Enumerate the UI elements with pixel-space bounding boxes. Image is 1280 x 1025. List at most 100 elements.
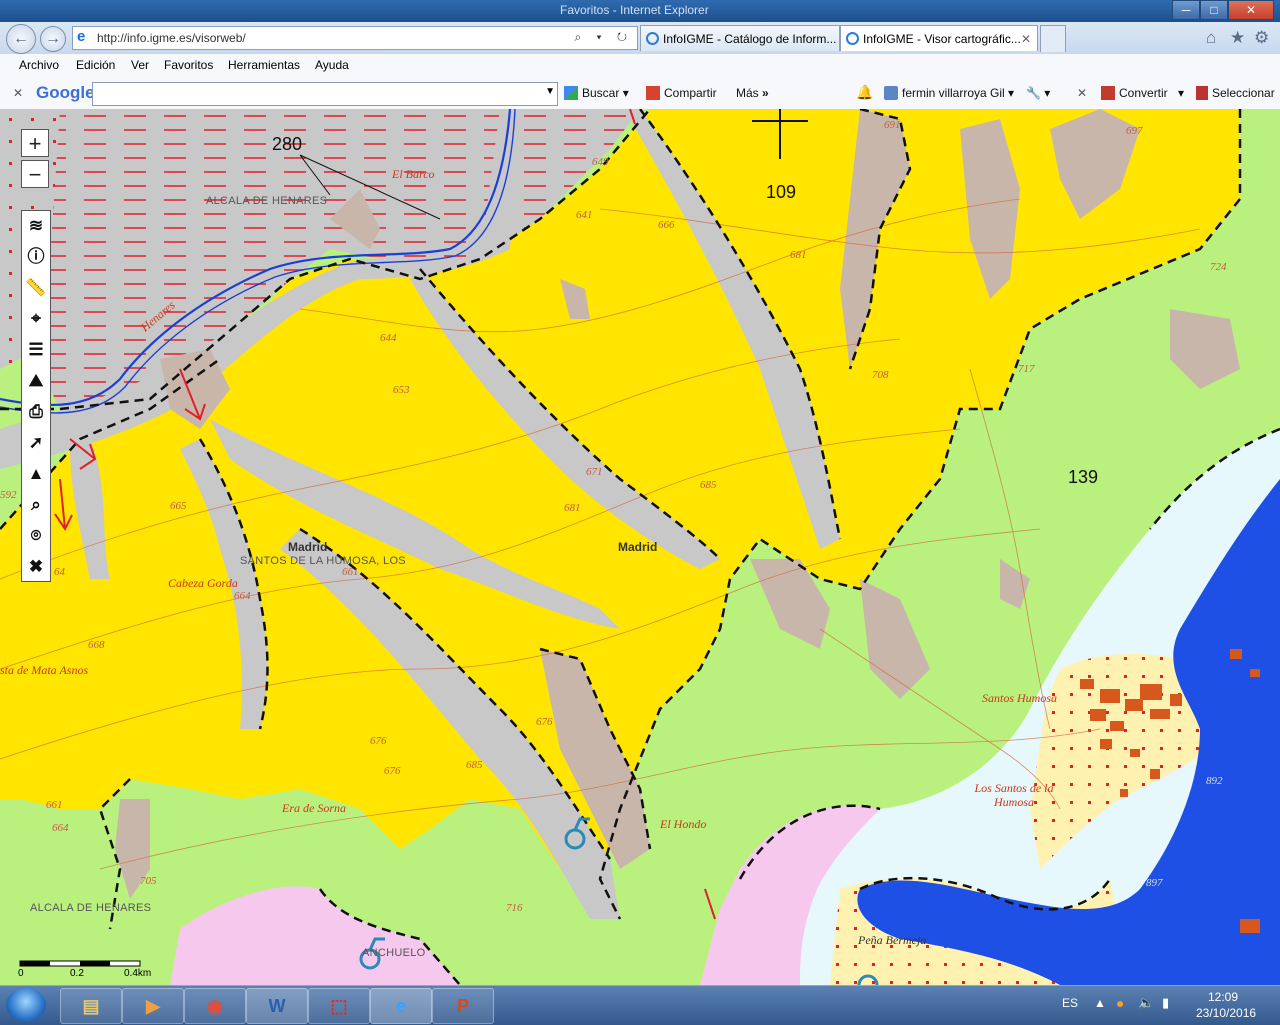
powerpoint-icon[interactable]: P [432, 988, 494, 1024]
ie-page-icon: e [77, 28, 86, 45]
maximize-button[interactable]: □ [1200, 0, 1228, 20]
toponym-label: El Hondo [660, 817, 707, 831]
google-search-input[interactable]: ▼ [92, 82, 558, 106]
tab-visor[interactable]: InfoIGME - Visor cartográfic... ✕ [840, 25, 1038, 51]
home-icon[interactable]: ⌂ [1206, 28, 1216, 48]
zoom-out-button[interactable]: − [21, 160, 49, 188]
convert-label: Convertir [1119, 86, 1168, 100]
user-avatar-icon [884, 86, 898, 100]
toolbar-close-button-2[interactable]: ✕ [1077, 86, 1087, 100]
zoom-in-button[interactable]: + [21, 129, 49, 157]
word-icon[interactable]: W [246, 988, 308, 1024]
tray-app-icon[interactable]: ● [1116, 995, 1124, 1011]
legend-list-icon[interactable]: ☰ [24, 338, 48, 362]
menu-ayuda[interactable]: Ayuda [315, 58, 349, 72]
coordinates-xy-icon[interactable]: ⌖ [24, 307, 48, 331]
convert-dropdown[interactable]: ▾ [1178, 86, 1184, 100]
toponym-label: sta de Mata Asnos [0, 663, 89, 677]
contour-label: 697 [1126, 125, 1143, 137]
tab-close-button[interactable]: ✕ [1021, 26, 1031, 51]
address-bar[interactable]: e http://info.igme.es/visorweb/ ⌕ ▾ ↻ [72, 26, 638, 50]
geological-map[interactable]: 280 109 139 El Barco Henares Cabeza Gord… [0, 109, 1280, 985]
address-tools[interactable]: ⌕ ▾ ↻ [574, 30, 633, 45]
menu-archivo[interactable]: Archivo [19, 58, 59, 72]
wrench-icon[interactable]: 🔧 ▾ [1026, 86, 1050, 100]
contour-label: 676 [384, 765, 401, 777]
google-search-icon [564, 86, 578, 100]
ie-tab-icon [846, 32, 859, 45]
contour-label: 592 [0, 489, 17, 501]
close-window-button[interactable]: ✕ [1228, 0, 1274, 20]
menu-herramientas[interactable]: Herramientas [228, 58, 300, 72]
contour-label: 717 [1018, 363, 1035, 375]
unit-label: 109 [766, 182, 797, 202]
bell-icon[interactable]: 🔔 [856, 84, 873, 101]
minimize-button[interactable]: ─ [1172, 0, 1200, 20]
network-icon[interactable]: ▮ [1162, 995, 1169, 1011]
toponym-label: Cabeza Gorda [168, 576, 238, 590]
zoom-magnifier-icon[interactable]: ⌕ [24, 493, 48, 517]
contour-label: 897 [1146, 877, 1163, 889]
profile-icon[interactable]: ⛰ [24, 369, 48, 393]
ie-icon[interactable]: e [370, 988, 432, 1024]
municipality-label: SANTOS DE LA HUMOSA, LOS [240, 555, 406, 567]
volume-icon[interactable]: 🔈 [1138, 995, 1154, 1011]
scale-label-zero: 0 [18, 968, 24, 979]
select-pointer-icon[interactable]: ➚ [24, 431, 48, 455]
scale-bar: 0 0.2 0.4km [18, 958, 158, 979]
contour-label: 666 [658, 219, 675, 231]
more-button-label: Más [736, 86, 759, 100]
tab-catalogo[interactable]: InfoIGME - Catálogo de Inform... [640, 25, 840, 51]
new-tab-button[interactable] [1040, 25, 1066, 52]
language-indicator[interactable]: ES [1062, 996, 1078, 1010]
toponym-label: Santos Humosa [982, 691, 1058, 705]
search-button[interactable]: Buscar ▾ [564, 86, 629, 100]
toolbar-close-button[interactable]: ✕ [13, 86, 23, 100]
north-arrow-icon[interactable]: ▲ [24, 462, 48, 486]
media-player-icon[interactable]: ▶ [122, 988, 184, 1024]
favorites-star-icon[interactable]: ★ [1230, 28, 1245, 48]
user-account-button[interactable]: fermin villarroya Gil ▾ [884, 86, 1014, 100]
ruler-icon[interactable]: 📏 [24, 276, 48, 300]
menu-edicion[interactable]: Edición [76, 58, 115, 72]
forward-button[interactable]: → [40, 26, 66, 52]
navigation-bar: ← → e http://info.igme.es/visorweb/ ⌕ ▾ … [0, 22, 1280, 55]
chevron-down-icon[interactable]: ▼ [545, 86, 555, 97]
select-icon [1196, 86, 1208, 100]
scale-label-mid: 0.2 [70, 968, 84, 979]
info-icon[interactable]: ⓘ [24, 245, 48, 269]
municipality-label: ALCALA DE HENARES [30, 902, 152, 914]
pdf-convert-icon [1101, 86, 1115, 100]
explorer-icon[interactable]: ▤ [60, 988, 122, 1024]
chrome-icon[interactable]: ◉ [184, 988, 246, 1024]
menu-ver[interactable]: Ver [131, 58, 149, 72]
contour-label: 641 [576, 209, 593, 221]
address-input[interactable]: http://info.igme.es/visorweb/ [97, 31, 246, 45]
arrow-right-icon: → [45, 30, 61, 47]
location-pin-icon[interactable]: ⌾ [24, 524, 48, 548]
more-button[interactable]: Más » [736, 86, 769, 100]
start-button[interactable] [6, 988, 46, 1022]
layers-icon[interactable]: ≋ [24, 214, 48, 238]
print-icon[interactable]: ⎙ [24, 400, 48, 424]
tray-chevron-icon[interactable]: ▲ [1094, 996, 1106, 1010]
contour-label: 664 [234, 590, 251, 602]
toponym-label: Peña Bermeja [858, 933, 927, 947]
tools-icon[interactable]: ✖ [24, 555, 48, 579]
google-logo: Google [36, 83, 95, 103]
contour-label: 668 [88, 639, 105, 651]
share-button-label: Compartir [664, 86, 717, 100]
back-button[interactable]: ← [6, 24, 36, 54]
pdf-icon[interactable]: ⬚ [308, 988, 370, 1024]
scale-label-end: 0.4km [124, 968, 152, 979]
contour-label: 892 [1206, 775, 1223, 787]
share-button[interactable]: Compartir [646, 86, 717, 100]
toponym-label: Los Santos de la Humosa [974, 781, 1054, 809]
convert-button[interactable]: Convertir [1101, 86, 1168, 100]
menu-favoritos[interactable]: Favoritos [164, 58, 213, 72]
settings-gear-icon[interactable]: ⚙ [1254, 28, 1269, 48]
contour-label: 649 [592, 156, 609, 168]
select-button[interactable]: Seleccionar [1196, 86, 1275, 100]
contour-label: 661 [46, 799, 63, 811]
zoom-controls: + − [21, 129, 51, 191]
